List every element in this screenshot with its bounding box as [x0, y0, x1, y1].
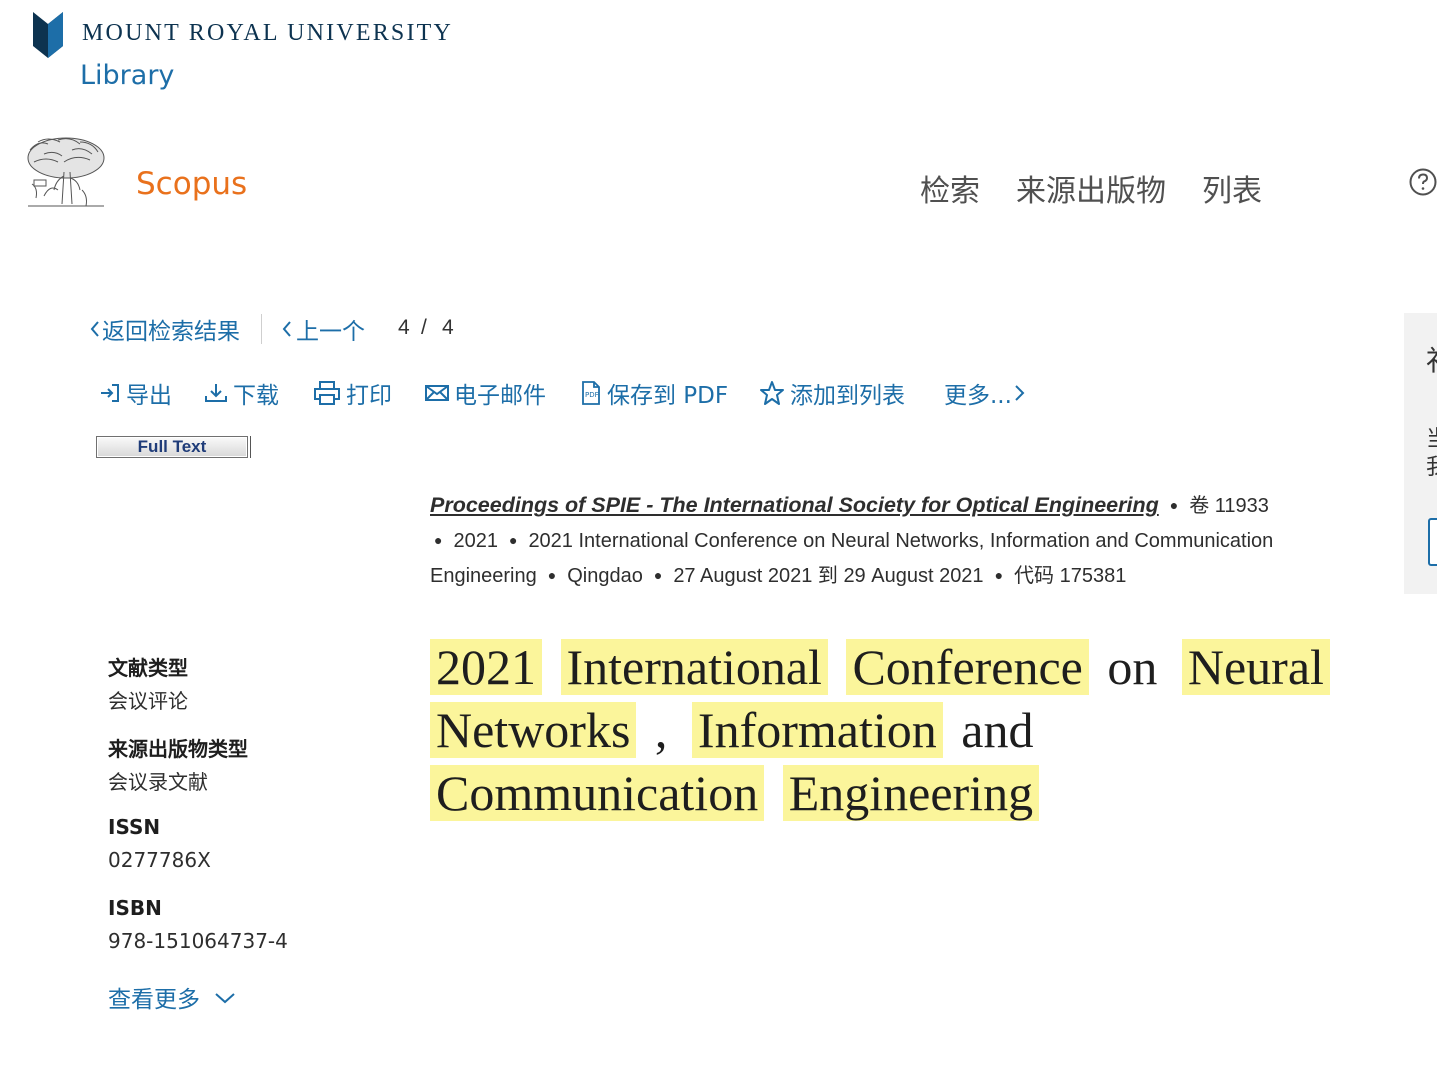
export-button[interactable]: 导出 [98, 376, 172, 410]
full-text-button[interactable]: Full Text [96, 436, 248, 458]
title-word: Information [691, 702, 943, 758]
issn-value: 0277786X [108, 848, 211, 872]
title-word: Engineering [782, 765, 1040, 821]
title-word: Networks [430, 702, 637, 758]
separator-dot: ● [434, 532, 443, 548]
previous-link[interactable]: 上一个 [278, 312, 365, 346]
title-word: and [961, 702, 1034, 758]
title-word: on [1107, 639, 1158, 695]
print-icon [314, 381, 340, 405]
source-type-value: 会议录文献 [108, 770, 208, 794]
separator-dot: ● [994, 567, 1004, 583]
volume: 卷 11933 [1189, 495, 1269, 517]
export-icon [101, 384, 119, 402]
add-to-list-label: 添加到列表 [790, 383, 905, 409]
pager-separator: / [421, 316, 427, 339]
location: Qingdao [567, 565, 643, 587]
title-word: International [560, 639, 828, 695]
chevron-right-icon [1015, 385, 1025, 401]
email-icon [425, 385, 449, 401]
separator-dot: ● [1169, 497, 1179, 513]
more-actions-button[interactable]: 更多... [944, 376, 1032, 410]
journal-link[interactable]: Proceedings of SPIE - The International … [430, 493, 1159, 517]
pager-total: 4 [442, 316, 454, 339]
library-label[interactable]: Library [80, 60, 174, 91]
nav-search[interactable]: 检索 [920, 166, 980, 210]
add-to-list-button[interactable]: 添加到列表 [758, 376, 905, 410]
title-word: Conference [846, 639, 1089, 695]
save-pdf-button[interactable]: PDF 保存到 PDF [579, 376, 728, 410]
download-button[interactable]: 下载 [203, 376, 279, 410]
conference-dates: 27 August 2021 到 29 August 2021 [673, 565, 984, 587]
previous-label: 上一个 [296, 319, 365, 345]
university-name[interactable]: MOUNT ROYAL UNIVERSITY [82, 20, 453, 47]
title-word: , [654, 702, 668, 758]
issn-label: ISSN [108, 815, 161, 839]
svg-text:PDF: PDF [585, 391, 599, 399]
document-title: 2021 International Conference on Neural … [430, 636, 1370, 825]
separator-dot: ● [653, 567, 663, 583]
separator-dot: ● [508, 532, 518, 548]
print-button[interactable]: 打印 [312, 376, 392, 410]
download-icon [205, 384, 227, 402]
print-label: 打印 [346, 383, 392, 409]
email-button[interactable]: 电子邮件 [424, 376, 546, 410]
side-panel: 补 当我 [1404, 313, 1437, 594]
show-more-label: 查看更多 [108, 987, 200, 1013]
more-actions-label: 更多... [944, 383, 1012, 409]
source-type-label: 来源出版物类型 [108, 737, 248, 761]
source-citation: Proceedings of SPIE - The International … [430, 488, 1360, 593]
chevron-left-icon [282, 321, 291, 337]
star-icon [760, 381, 784, 405]
side-panel-button[interactable] [1428, 518, 1437, 566]
help-icon[interactable] [1409, 167, 1437, 197]
conference-code: 代码 175381 [1014, 565, 1127, 587]
isbn-label: ISBN [108, 896, 162, 920]
divider [261, 314, 262, 344]
pdf-icon: PDF [582, 381, 600, 405]
email-label: 电子邮件 [454, 383, 546, 409]
mru-shield-icon [33, 12, 63, 58]
export-label: 导出 [126, 383, 172, 409]
back-to-results-label: 返回检索结果 [102, 319, 240, 345]
title-word: Neural [1181, 639, 1330, 695]
scopus-logo[interactable]: Scopus [136, 166, 247, 202]
download-label: 下载 [233, 383, 279, 409]
isbn-value: 978-151064737-4 [108, 929, 288, 953]
show-more-button[interactable]: 查看更多 [108, 980, 240, 1014]
separator-dot: ● [547, 567, 557, 583]
back-to-results-link[interactable]: 返回检索结果 [88, 312, 240, 346]
chevron-left-icon [90, 321, 99, 337]
title-word: Communication [430, 765, 765, 821]
title-word: 2021 [430, 639, 542, 695]
doc-type-value: 会议评论 [108, 689, 188, 713]
doc-type-label: 文献类型 [108, 656, 188, 680]
side-panel-heading: 补 [1426, 339, 1437, 379]
cursor-bar [250, 436, 251, 458]
nav-lists[interactable]: 列表 [1202, 166, 1262, 210]
nav-sources[interactable]: 来源出版物 [1016, 166, 1166, 210]
save-pdf-label: 保存到 PDF [607, 383, 729, 409]
side-panel-text: 当我 [1426, 425, 1437, 481]
elsevier-tree-logo[interactable] [24, 136, 106, 210]
pager-current: 4 [398, 316, 410, 339]
year: 2021 [453, 530, 498, 552]
chevron-down-icon [215, 993, 235, 1004]
